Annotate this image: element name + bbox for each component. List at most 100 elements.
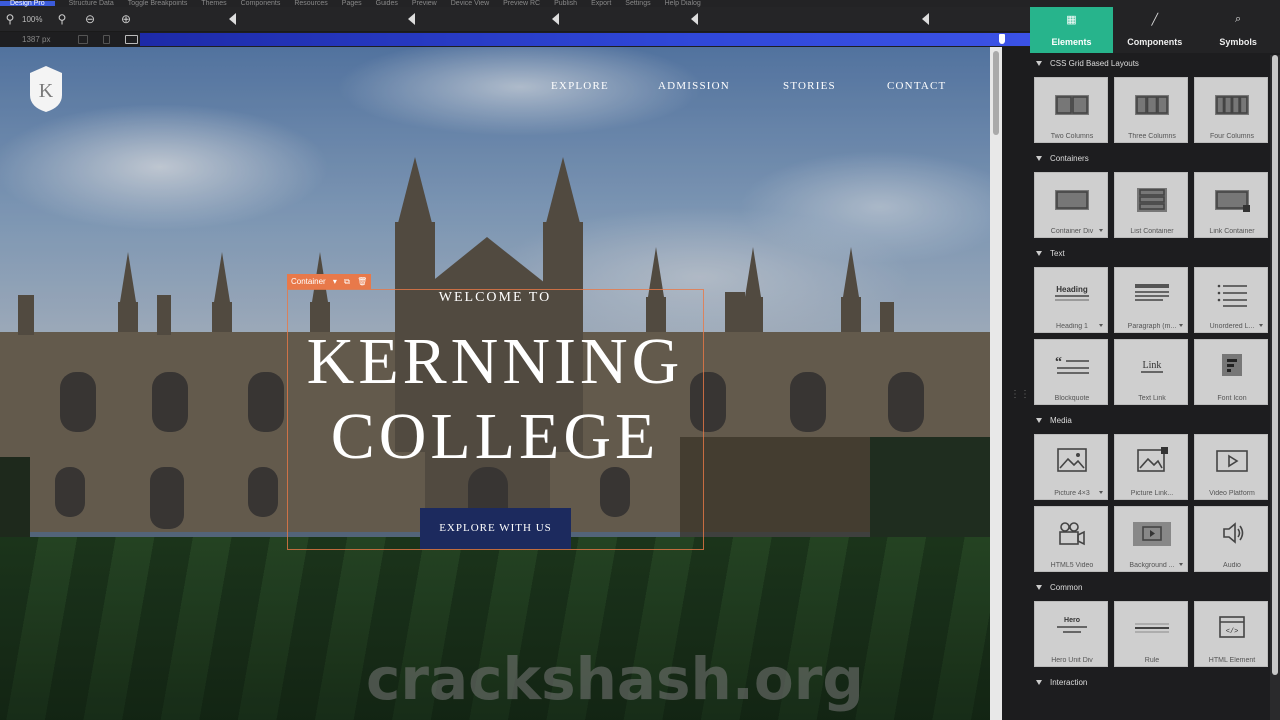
category-header[interactable]: Text <box>1030 247 1270 261</box>
search-icon: ⌕ <box>1235 13 1242 25</box>
category-header[interactable]: Media <box>1030 414 1270 428</box>
menu-item[interactable]: Preview <box>412 0 437 7</box>
tab-symbols[interactable]: ⌕ Symbols <box>1197 7 1280 53</box>
breakpoint-marker[interactable] <box>922 13 929 25</box>
menu-item[interactable]: Resources <box>294 0 327 7</box>
chevron-down-icon[interactable] <box>1099 324 1103 327</box>
tile-label: Rule <box>1144 657 1160 664</box>
canvas-scroll-thumb[interactable] <box>993 51 999 135</box>
tile-label: Three Columns <box>1128 133 1176 140</box>
chevron-down-icon[interactable] <box>1099 229 1103 232</box>
menu-item[interactable]: Publish <box>554 0 577 7</box>
tile-label: Audio <box>1223 562 1241 569</box>
breakpoint-marker[interactable] <box>229 13 236 25</box>
element-tile[interactable]: </> HTML Element <box>1194 601 1268 667</box>
menu-item[interactable]: Guides <box>376 0 398 7</box>
category-header[interactable]: Common <box>1030 581 1270 595</box>
element-tile[interactable]: Link Container <box>1194 172 1268 238</box>
tablet-icon[interactable] <box>78 35 88 44</box>
element-tile[interactable]: Font Icon <box>1194 339 1268 405</box>
minus-circle-icon[interactable]: ⊖ <box>83 12 97 26</box>
design-canvas[interactable]: K EXPLORE ADMISSION STORIES CONTACT Cont… <box>0 47 990 720</box>
hero-title-line2: COLLEGE <box>330 400 660 473</box>
nav-admission[interactable]: ADMISSION <box>658 80 730 92</box>
svg-text:Link: Link <box>1143 360 1162 371</box>
menu-item[interactable]: Toggle Breakpoints <box>128 0 188 7</box>
tab-label: Elements <box>1051 37 1092 47</box>
element-tile[interactable]: Background ... <box>1114 506 1188 572</box>
breakpoint-marker[interactable] <box>552 13 559 25</box>
element-tile[interactable]: HTML5 Video <box>1034 506 1108 572</box>
grid-icon: ▦ <box>1066 14 1077 26</box>
four-columns-icon <box>1215 95 1249 115</box>
element-tile[interactable]: Heading Heading 1 <box>1034 267 1108 333</box>
menu-item[interactable]: Preview RC <box>503 0 540 7</box>
menu-item[interactable]: Pages <box>342 0 362 7</box>
tile-label: Blockquote <box>1054 395 1090 402</box>
element-tile[interactable]: Picture Link... <box>1114 434 1188 500</box>
container-selection-tag[interactable]: Container ▾ ⧉ 🗑 <box>287 274 372 289</box>
menu-item[interactable]: Themes <box>201 0 226 7</box>
category-header[interactable]: Containers <box>1030 152 1270 166</box>
chevron-down-icon[interactable]: ▾ <box>333 277 337 286</box>
plus-circle-icon[interactable]: ⊕ <box>119 12 133 26</box>
tab-elements[interactable]: ▦ Elements <box>1030 7 1113 53</box>
category-header[interactable]: Interaction <box>1030 676 1270 690</box>
desktop-icon[interactable] <box>125 35 138 44</box>
zoom-in-icon[interactable]: ⚲ <box>55 12 69 26</box>
menu-item[interactable]: Export <box>591 0 611 7</box>
menu-item[interactable]: Help Dialog <box>665 0 701 7</box>
nav-stories[interactable]: STORIES <box>783 80 836 92</box>
college-shield-logo[interactable]: K <box>28 65 64 113</box>
panel-scrollbar[interactable] <box>1270 55 1280 720</box>
canvas-scrollbar[interactable] <box>990 47 1002 720</box>
element-tile[interactable]: Container Div <box>1034 172 1108 238</box>
menu-item[interactable]: Design Pro <box>0 0 55 7</box>
breakpoint-handle[interactable] <box>999 34 1005 44</box>
font-icon <box>1222 354 1242 376</box>
chevron-down-icon[interactable] <box>1099 491 1103 494</box>
drag-handle-icon[interactable]: ⋮⋮ <box>1010 390 1030 410</box>
breakpoint-marker[interactable] <box>691 13 698 25</box>
chevron-down-icon[interactable] <box>1179 324 1183 327</box>
two-columns-icon <box>1055 95 1089 115</box>
category-header[interactable]: CSS Grid Based Layouts <box>1030 57 1270 71</box>
element-tile[interactable]: List Container <box>1114 172 1188 238</box>
nav-contact[interactable]: CONTACT <box>887 80 946 92</box>
breakpoint-bar[interactable] <box>140 33 1030 46</box>
panel-scroll-thumb[interactable] <box>1272 55 1278 675</box>
duplicate-icon[interactable]: ⧉ <box>344 277 350 286</box>
tile-label: HTML5 Video <box>1050 562 1094 569</box>
element-tile[interactable]: “ Blockquote <box>1034 339 1108 405</box>
element-tile[interactable]: Four Columns <box>1194 77 1268 143</box>
brush-icon: ╱ <box>1151 14 1159 26</box>
element-tile[interactable]: Three Columns <box>1114 77 1188 143</box>
trash-icon[interactable]: 🗑 <box>357 277 367 286</box>
element-tile[interactable]: Hero Hero Unit Div <box>1034 601 1108 667</box>
menu-item[interactable]: Structure Data <box>69 0 114 7</box>
panel-gutter: ⋮⋮ <box>1002 47 1030 720</box>
chevron-down-icon[interactable] <box>1259 324 1263 327</box>
breakpoint-marker[interactable] <box>408 13 415 25</box>
element-tile[interactable]: Picture 4×3 <box>1034 434 1108 500</box>
menu-item[interactable]: Components <box>241 0 281 7</box>
nav-explore[interactable]: EXPLORE <box>551 80 609 92</box>
tab-components[interactable]: ╱ Components <box>1113 7 1196 53</box>
hero-title-line1: KERNNING <box>306 325 684 398</box>
element-tile[interactable]: Paragraph (m... <box>1114 267 1188 333</box>
element-tile[interactable]: Link Text Link <box>1114 339 1188 405</box>
menu-item[interactable]: Device View <box>451 0 489 7</box>
top-menubar: Design Pro Structure Data Toggle Breakpoin… <box>0 0 1280 7</box>
element-tile[interactable]: Unordered L... <box>1194 267 1268 333</box>
zoom-out-icon[interactable]: ⚲ <box>3 12 17 26</box>
explore-cta-button[interactable]: EXPLORE WITH US <box>420 508 571 549</box>
element-tile[interactable]: Rule <box>1114 601 1188 667</box>
element-tile[interactable]: Two Columns <box>1034 77 1108 143</box>
tile-label: Link Container <box>1209 228 1255 235</box>
element-tile[interactable]: Audio <box>1194 506 1268 572</box>
element-tile[interactable]: Video Platform <box>1194 434 1268 500</box>
menu-item[interactable]: Settings <box>625 0 650 7</box>
phone-icon[interactable] <box>103 35 110 44</box>
chevron-down-icon[interactable] <box>1179 563 1183 566</box>
svg-text:Hero: Hero <box>1064 617 1080 624</box>
